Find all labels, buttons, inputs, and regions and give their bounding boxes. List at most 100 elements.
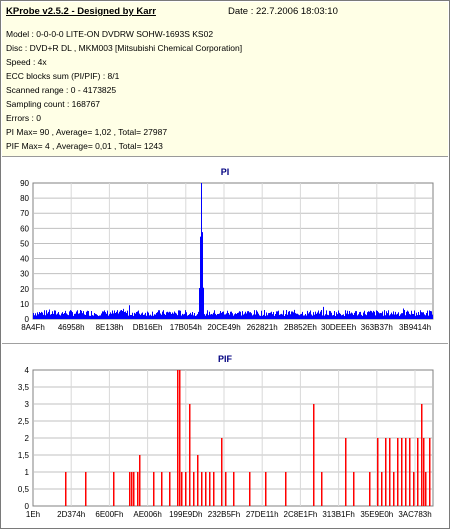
pif-bar [233,472,235,506]
pif-xtick-label: 27DE11h [246,510,279,519]
info-pif-summary: PIF Max= 4 , Average= 0,01 , Total= 1243 [6,141,163,151]
pif-ytick-label: 2 [25,434,30,443]
pif-bar [413,472,415,506]
pi-ytick-label: 30 [20,270,29,279]
pif-bar [313,404,315,506]
pi-xtick-label: 30DEEEh [321,323,356,332]
pif-bar [197,455,199,506]
pif-bar [429,438,431,506]
pif-bar [397,438,399,506]
pif-bar [377,438,379,506]
pif-bar [85,472,87,506]
pif-bar [345,438,347,506]
pif-bar [409,438,411,506]
pif-bar [205,472,207,506]
pif-bar [209,472,211,506]
info-pi-summary: PI Max= 90 , Average= 1,02 , Total= 2798… [6,127,168,137]
pif-xtick-label: 35E9E0h [360,510,393,519]
pi-xtick-label: 8A4Fh [21,323,45,332]
pi-xtick-label: 20CE49h [207,323,240,332]
pif-ytick-label: 4 [25,366,30,375]
info-sampling: Sampling count : 168767 [6,99,101,109]
pif-bar [65,472,67,506]
pif-bar [177,370,179,506]
panel-divider [2,343,448,344]
pif-bar [385,438,387,506]
pif-bar [113,472,115,506]
scan-date: Date : 22.7.2006 18:03:10 [228,6,338,17]
pi-chart: 01020304050607080908A4Fh 46958h 8E138h DB16… [20,179,434,332]
pif-bar [193,472,195,506]
pi-xtick-label: 8E138h [96,323,124,332]
pi-ytick-label: 50 [20,239,29,248]
pif-ytick-label: 1,5 [18,451,30,460]
pif-bar [153,472,155,506]
pif-ytick-label: 2,5 [18,417,30,426]
pif-xtick-label: 2C8E1Fh [284,510,318,519]
pi-xtick-label: 17B054h [170,323,202,332]
pif-bar [129,472,131,506]
pif-ytick-label: 3 [25,400,30,409]
pif-ytick-label: 0,5 [18,485,30,494]
pif-bar [179,370,181,506]
pif-bar [213,472,215,506]
pif-xtick-label: 3AC783h [398,510,431,519]
info-speed: Speed : 4x [6,57,47,67]
pif-bar [393,472,395,506]
pif-xtick-label: 2D374h [57,510,85,519]
pif-panel: PIF 0 0,5 1 1,5 2 2,5 3 3,5 4 1Eh 2D374h 6E00Fh AE00… [2,345,448,528]
pif-bar [133,472,135,506]
pi-xtick-label: 3B9414h [399,323,431,332]
pif-xtick-label: 199E9Dh [169,510,202,519]
pif-bar [321,472,323,506]
info-disc: Disc : DVD+R DL , MKM003 [Mitsubishi Che… [6,43,243,53]
pif-bar [285,472,287,506]
pi-xtick-label: 2B852Eh [284,323,317,332]
pif-bar [221,438,223,506]
pi-xtick-label: 46958h [58,323,85,332]
pi-xtick-label: 262821h [247,323,278,332]
pif-bar [353,472,355,506]
pif-bar [181,472,183,506]
pif-xtick-label: 313B1Fh [322,510,354,519]
pif-bar [137,472,139,506]
pif-bar [249,472,251,506]
pif-bar [401,438,403,506]
pif-bar [139,455,141,506]
pif-xtick-label: 6E00Fh [95,510,123,519]
pi-plot-area [32,182,434,320]
pif-bar [161,472,163,506]
pif-bar [185,472,187,506]
pi-xtick-label: 363B37h [361,323,393,332]
info-model: Model : 0-0-0-0 LITE-ON DVDRW SOHW-1693S… [6,29,214,39]
info-ecc: ECC blocks sum (PI/PIF) : 8/1 [6,71,120,81]
pif-bar [131,472,133,506]
pif-bar [425,472,427,506]
pif-bar [423,438,425,506]
pif-bar [225,472,227,506]
pi-ytick-label: 20 [20,285,29,294]
pif-bar [421,404,423,506]
kprobe-window: KProbe v2.5.2 - Designed by Karr Date : … [0,0,450,529]
pif-bar [169,472,171,506]
pif-bar [381,472,383,506]
pif-xtick-label: AE006h [133,510,161,519]
pif-bar [417,438,419,506]
pif-xtick-label: 232B5Fh [208,510,240,519]
pi-ytick-label: 10 [20,300,29,309]
info-panel: KProbe v2.5.2 - Designed by Karr Date : … [2,2,448,157]
pi-ytick-label: 60 [20,224,29,233]
info-errors: Errors : 0 [6,113,41,123]
pif-bar [369,472,371,506]
info-range: Scanned range : 0 - 4173825 [6,85,117,95]
pif-bar [189,404,191,506]
pif-chart: 00,511,522,533,541Eh 2D374h 6E00Fh AE006h 19… [18,366,434,519]
pif-ytick-label: 1 [25,468,30,477]
pif-bar [405,438,407,506]
pi-ytick-label: 90 [20,179,29,188]
pif-xtick-label: 1Eh [26,510,40,519]
pi-ytick-label: 80 [20,194,29,203]
pif-bar [265,472,267,506]
app-title: KProbe v2.5.2 - Designed by Karr [6,6,156,17]
pi-ytick-label: 40 [20,255,29,264]
